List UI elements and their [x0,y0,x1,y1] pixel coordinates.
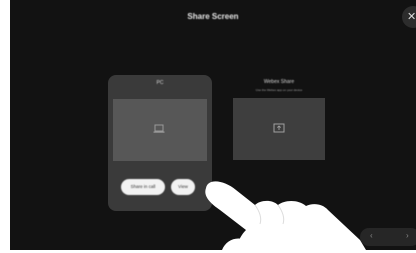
close-button[interactable]: ✕ [402,6,416,28]
page-navigation: ‹ › [360,228,416,246]
share-screen-panel: Share Screen ✕ PC Share in call View Web… [10,0,416,250]
share-screen-icon [273,123,285,133]
chevron-right-icon[interactable]: › [406,231,409,240]
view-button[interactable]: View [171,179,195,195]
source-preview-pc[interactable] [113,99,207,161]
source-label-webex: Webex Share [263,79,295,85]
laptop-icon [153,124,165,133]
source-card-pc[interactable]: PC Share in call View [108,75,212,211]
source-subtitle-webex: Use the Webex app on your device [255,88,303,92]
share-in-call-button[interactable]: Share in call [121,179,165,195]
source-label-pc: PC [156,80,164,86]
page-title: Share Screen [187,12,239,21]
chevron-left-icon[interactable]: ‹ [370,231,373,240]
source-card-webex[interactable] [233,98,325,160]
tapping-hand-illustration [205,181,366,250]
close-icon: ✕ [407,11,416,23]
